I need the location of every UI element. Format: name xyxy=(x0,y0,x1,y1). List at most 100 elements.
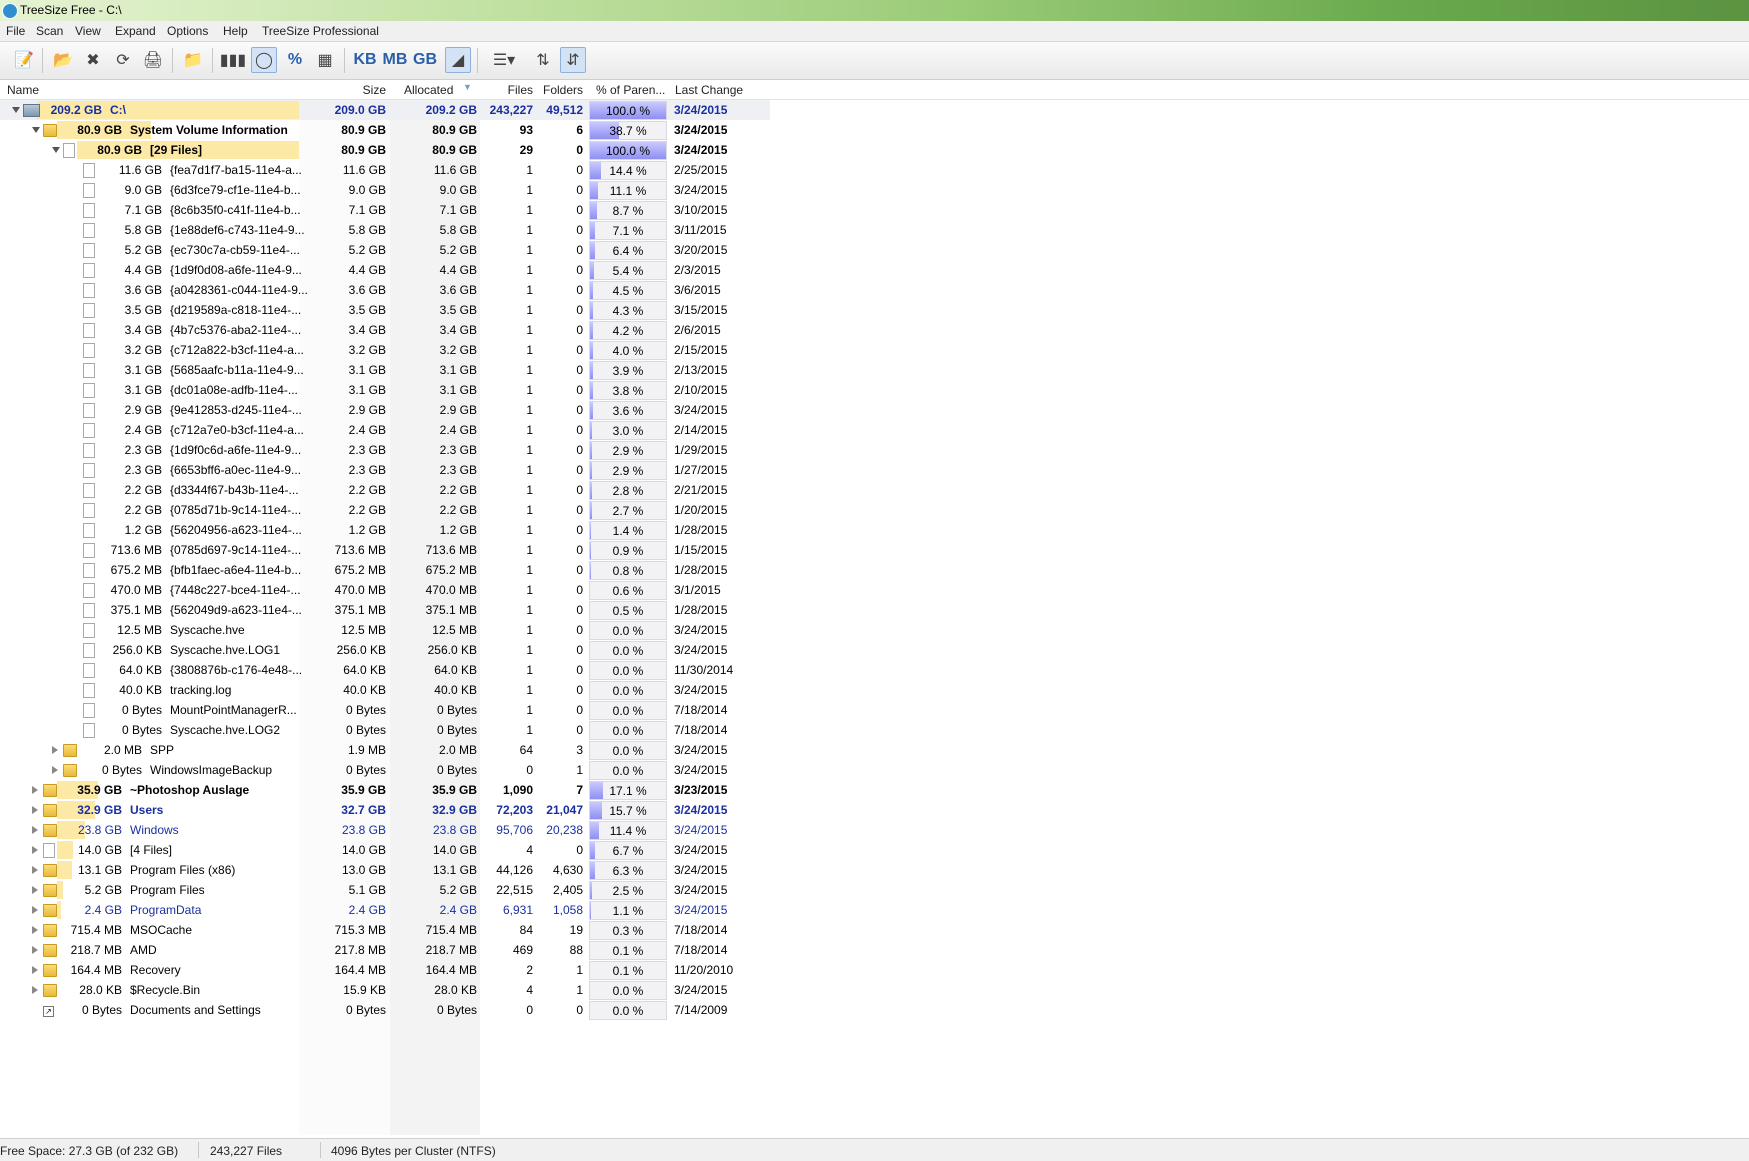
tree-row[interactable]: 9.0 GB {6d3fce79-cf1e-11e4-b... 9.0 GB 9.0 … xyxy=(0,180,770,200)
tree-size-label: 2.2 GB xyxy=(124,503,162,517)
size-view-icon[interactable]: ◯ xyxy=(251,47,277,73)
tree-row[interactable]: 12.5 MB Syscache.hve 12.5 MB 12.5 MB 1 0 0.0 %… xyxy=(0,620,770,640)
tree-row[interactable]: 0 Bytes Syscache.hve.LOG2 0 Bytes 0 Bytes 1 0… xyxy=(0,720,770,740)
menu-options[interactable]: Options xyxy=(167,24,208,38)
tree-row[interactable]: 2.2 GB {d3344f67-b43b-11e4-... 2.2 GB 2.2 G… xyxy=(0,480,770,500)
tree-row[interactable]: 5.2 GB Program Files 5.1 GB 5.2 GB 22,515 2,4… xyxy=(0,880,770,900)
menu-expand[interactable]: Expand xyxy=(115,24,156,38)
mb-button[interactable]: MB xyxy=(382,47,408,73)
tree-row[interactable]: 80.9 GB System Volume Information 80.9 GB 8… xyxy=(0,120,770,140)
tree-row[interactable]: 470.0 MB {7448c227-bce4-11e4-... 470.0 MB 4… xyxy=(0,580,770,600)
percent-view-button[interactable]: % xyxy=(282,47,308,73)
percent-bar: 7.1 % xyxy=(589,221,667,240)
expand-arrow-icon[interactable] xyxy=(32,906,38,914)
auto-unit-icon[interactable]: ◢ xyxy=(445,47,471,73)
tree-row[interactable]: 3.6 GB {a0428361-c044-11e4-9... 3.6 GB 3.6 … xyxy=(0,280,770,300)
tree-row[interactable]: 3.1 GB {dc01a08e-adfb-11e4-... 3.1 GB 3.1 G… xyxy=(0,380,770,400)
expand-arrow-icon[interactable] xyxy=(32,966,38,974)
tree-row[interactable]: 218.7 MB AMD 217.8 MB 218.7 MB 469 88 0.1 % 7/1… xyxy=(0,940,770,960)
tree-row[interactable]: 2.2 GB {0785d71b-9c14-11e4-... 2.2 GB 2.2 G… xyxy=(0,500,770,520)
header-size[interactable]: Size xyxy=(300,83,386,97)
folders-cell: 1 xyxy=(576,763,583,777)
columns-icon[interactable]: ▮▮▮ xyxy=(220,47,246,73)
refresh-icon[interactable]: ⟳ xyxy=(110,47,136,73)
expand-arrow-icon[interactable] xyxy=(32,866,38,874)
tree-row[interactable]: 2.3 GB {1d9f0c6d-a6fe-11e4-9... 2.3 GB 2.3 … xyxy=(0,440,770,460)
sort-by-size-icon[interactable]: ⇵ xyxy=(560,47,586,73)
tree-row[interactable]: 2.9 GB {9e412853-d245-11e4-... 2.9 GB 2.9 G… xyxy=(0,400,770,420)
header-percent[interactable]: % of Paren... xyxy=(596,83,665,97)
gb-button[interactable]: GB xyxy=(412,47,438,73)
tree-row[interactable]: 256.0 KB Syscache.hve.LOG1 256.0 KB 256.0 K… xyxy=(0,640,770,660)
tree-row[interactable]: 5.8 GB {1e88def6-c743-11e4-9... 5.8 GB 5.8 … xyxy=(0,220,770,240)
tree-row[interactable]: 0 Bytes WindowsImageBackup 0 Bytes 0 Bytes 0… xyxy=(0,760,770,780)
tree-row[interactable]: 209.2 GB C:\ 209.0 GB 209.2 GB 243,227 49,512… xyxy=(0,100,770,120)
tree-size-label: 0 Bytes xyxy=(101,763,142,777)
tree-row[interactable]: 3.5 GB {d219589a-c818-11e4-... 3.5 GB 3.5 G… xyxy=(0,300,770,320)
tree-row[interactable]: 7.1 GB {8c6b35f0-c41f-11e4-b... 7.1 GB 7.1 … xyxy=(0,200,770,220)
collapse-arrow-icon[interactable] xyxy=(52,147,60,153)
collapse-arrow-icon[interactable] xyxy=(12,107,20,113)
expand-arrow-icon[interactable] xyxy=(32,846,38,854)
tree-name-label: {562049d9-a623-11e4-... xyxy=(170,603,302,617)
tree-row[interactable]: 2.3 GB {6653bff6-a0ec-11e4-9... 2.3 GB 2.3 … xyxy=(0,460,770,480)
details-view-dropdown-icon[interactable]: ☰▾ xyxy=(484,47,524,73)
tree-row[interactable]: 13.1 GB Program Files (x86) 13.0 GB 13.1 GB… xyxy=(0,860,770,880)
tree-row[interactable]: 2.4 GB ProgramData 2.4 GB 2.4 GB 6,931 1,058 1… xyxy=(0,900,770,920)
expand-arrow-icon[interactable] xyxy=(32,806,38,814)
folders-cell: 20,238 xyxy=(546,823,583,837)
tree-row[interactable]: 375.1 MB {562049d9-a623-11e4-... 375.1 MB 3… xyxy=(0,600,770,620)
tree-row[interactable]: 3.2 GB {c712a822-b3cf-11e4-a... 3.2 GB 3.2 … xyxy=(0,340,770,360)
sort-by-name-icon[interactable]: ⇅ xyxy=(530,47,556,73)
tree-row[interactable]: 23.8 GB Windows 23.8 GB 23.8 GB 95,706 20,238… xyxy=(0,820,770,840)
print-icon[interactable]: 🖨 xyxy=(140,47,166,73)
tree-row[interactable]: 3.4 GB {4b7c5376-aba2-11e4-... 3.4 GB 3.4 G… xyxy=(0,320,770,340)
grid-icon[interactable]: ▦ xyxy=(312,47,338,73)
percent-bar: 0.0 % xyxy=(589,741,667,760)
expand-arrow-icon[interactable] xyxy=(32,946,38,954)
tree-row[interactable]: 1.2 GB {56204956-a623-11e4-... 1.2 GB 1.2 G… xyxy=(0,520,770,540)
expand-arrow-icon[interactable] xyxy=(32,826,38,834)
menu-treesize-professional[interactable]: TreeSize Professional xyxy=(262,24,379,38)
tree-row[interactable]: 2.0 MB SPP 1.9 MB 2.0 MB 64 3 0.0 % 3/24/2015 xyxy=(0,740,770,760)
stop-icon[interactable]: ✖ xyxy=(80,47,106,73)
menu-help[interactable]: Help xyxy=(223,24,248,38)
explorer-icon[interactable]: 📁 xyxy=(180,47,206,73)
header-name[interactable]: Name xyxy=(7,83,39,97)
header-files[interactable]: Files xyxy=(490,83,533,97)
menu-view[interactable]: View xyxy=(75,24,101,38)
tree-row[interactable]: 35.9 GB ~Photoshop Auslage 35.9 GB 35.9 GB 1… xyxy=(0,780,770,800)
expand-arrow-icon[interactable] xyxy=(52,746,58,754)
expand-arrow-icon[interactable] xyxy=(32,886,38,894)
tree-row[interactable]: 3.1 GB {5685aafc-b11a-11e4-9... 3.1 GB 3.1 … xyxy=(0,360,770,380)
tree-row[interactable]: 40.0 KB tracking.log 40.0 KB 40.0 KB 1 0 0.0 %… xyxy=(0,680,770,700)
report-icon[interactable]: 📝 xyxy=(11,47,37,73)
collapse-arrow-icon[interactable] xyxy=(32,127,40,133)
menu-scan[interactable]: Scan xyxy=(36,24,63,38)
tree-row[interactable]: ↗ 0 Bytes Documents and Settings 0 Bytes 0 B… xyxy=(0,1000,770,1020)
tree-row[interactable]: 5.2 GB {ec730c7a-cb59-11e4-... 5.2 GB 5.2 G… xyxy=(0,240,770,260)
tree-row[interactable]: 164.4 MB Recovery 164.4 MB 164.4 MB 2 1 0.1 % 1… xyxy=(0,960,770,980)
tree-row[interactable]: 32.9 GB Users 32.7 GB 32.9 GB 72,203 21,047 15… xyxy=(0,800,770,820)
expand-arrow-icon[interactable] xyxy=(32,986,38,994)
tree-row[interactable]: 80.9 GB [29 Files] 80.9 GB 80.9 GB 29 0 100.0 … xyxy=(0,140,770,160)
expand-arrow-icon[interactable] xyxy=(32,926,38,934)
tree-row[interactable]: 11.6 GB {fea7d1f7-ba15-11e4-a... 11.6 GB 11… xyxy=(0,160,770,180)
menu-file[interactable]: File xyxy=(6,24,25,38)
tree-row[interactable]: 4.4 GB {1d9f0d08-a6fe-11e4-9... 4.4 GB 4.4 … xyxy=(0,260,770,280)
expand-arrow-icon[interactable] xyxy=(32,786,38,794)
tree-row[interactable]: 675.2 MB {bfb1faec-a6e4-11e4-b... 675.2 MB… xyxy=(0,560,770,580)
header-last-change[interactable]: Last Change xyxy=(675,83,743,97)
tree-row[interactable]: 2.4 GB {c712a7e0-b3cf-11e4-a... 2.4 GB 2.4 … xyxy=(0,420,770,440)
kb-button[interactable]: KB xyxy=(352,47,378,73)
expand-arrow-icon[interactable] xyxy=(52,766,58,774)
tree-row[interactable]: 28.0 KB $Recycle.Bin 15.9 KB 28.0 KB 4 1 0.0 %… xyxy=(0,980,770,1000)
header-folders[interactable]: Folders xyxy=(543,83,583,97)
tree-row[interactable]: 713.6 MB {0785d697-9c14-11e4-... 713.6 MB 7… xyxy=(0,540,770,560)
tree-row[interactable]: 0 Bytes MountPointManagerR... 0 Bytes 0 Byt… xyxy=(0,700,770,720)
tree-row[interactable]: 14.0 GB [4 Files] 14.0 GB 14.0 GB 4 0 6.7 % 3/2… xyxy=(0,840,770,860)
tree-row[interactable]: 64.0 KB {3808876b-c176-4e48-... 64.0 KB 64.… xyxy=(0,660,770,680)
header-allocated[interactable]: Allocated xyxy=(404,83,453,97)
tree-row[interactable]: 715.4 MB MSOCache 715.3 MB 715.4 MB 84 19 0.3 … xyxy=(0,920,770,940)
select-directory-icon[interactable]: 📂 xyxy=(50,47,76,73)
